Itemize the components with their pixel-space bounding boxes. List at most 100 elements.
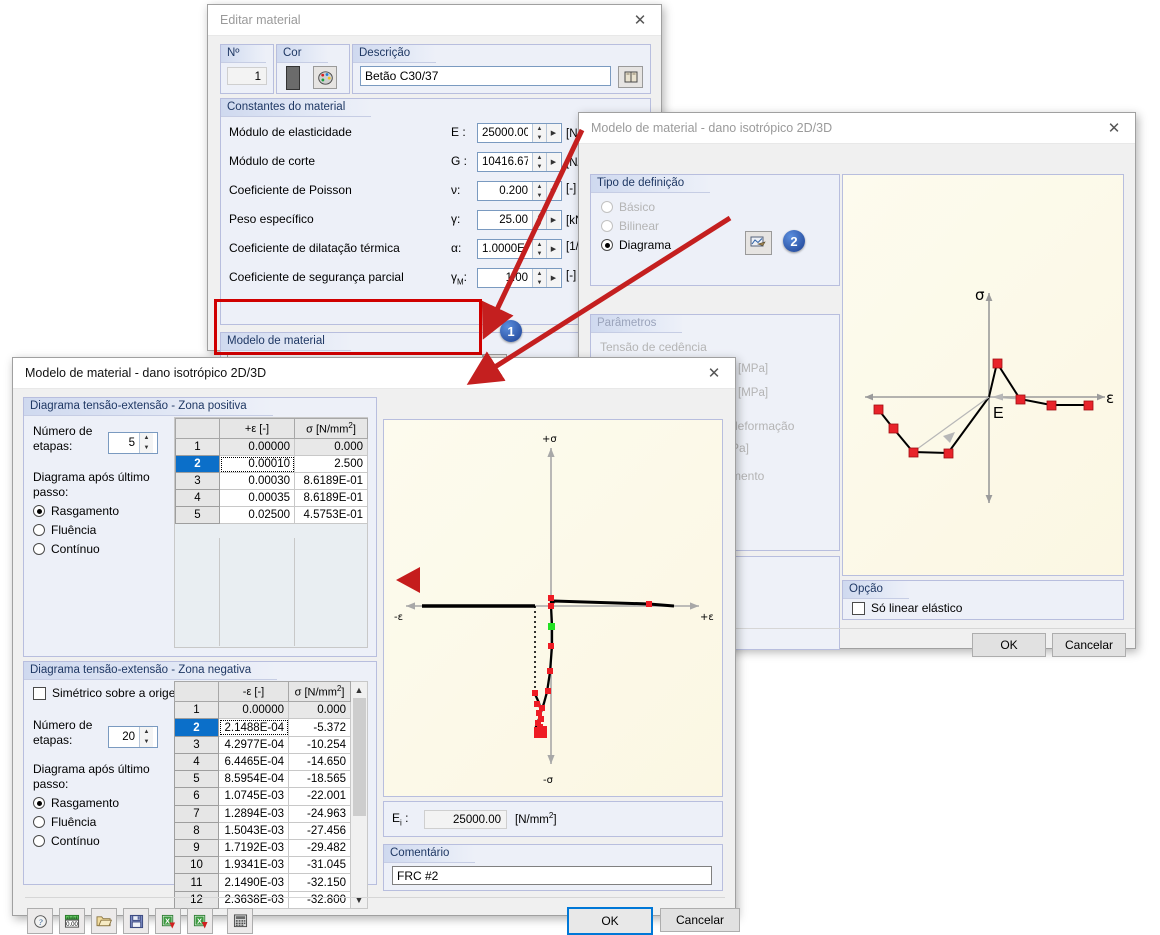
spinner-more[interactable]: ▶	[546, 211, 560, 229]
negative-table-wrap[interactable]: -ε [-] σ [N/mm2] 1 0.00000 0.000 2 2.148…	[174, 680, 368, 910]
table-row[interactable]: 9 1.7192E-03 -29.482	[174, 839, 351, 858]
table-row[interactable]: 1 0.00000 0.000	[175, 438, 368, 456]
cell-stress[interactable]: -24.963	[288, 804, 351, 823]
close-icon[interactable]: ✕	[701, 362, 727, 384]
editar-material-titlebar[interactable]: Editar material ✕	[208, 5, 661, 36]
radio-basico[interactable]: Básico	[601, 200, 671, 214]
save-icon[interactable]	[123, 908, 149, 934]
negative-table[interactable]: -ε [-] σ [N/mm2] 1 0.00000 0.000 2 2.148…	[174, 680, 351, 910]
cell-stress[interactable]: 4.5753E-01	[294, 506, 368, 524]
spinner-up-down[interactable]: ▲▼	[139, 727, 153, 747]
spinner-more[interactable]: ▶	[546, 240, 560, 258]
radio-icon[interactable]	[33, 797, 45, 809]
ok-button[interactable]: OK	[972, 633, 1046, 657]
table-row[interactable]: 2 2.1488E-04 -5.372	[174, 718, 351, 737]
negative-steps-field[interactable]: ▲▼	[108, 726, 158, 748]
cell-strain[interactable]: 8.5954E-04	[218, 770, 289, 789]
seguranca-parcial-field[interactable]: ▲▼ ▶	[477, 268, 562, 288]
modulo-corte-field[interactable]: ▲▼ ▶	[477, 152, 562, 172]
table-row[interactable]: 8 1.5043E-03 -27.456	[174, 821, 351, 841]
cell-strain[interactable]: 1.9341E-03	[218, 856, 289, 875]
seguranca-parcial-input[interactable]	[478, 269, 532, 287]
spinner-up-down[interactable]: ▲▼	[532, 124, 546, 142]
table-row[interactable]: 4 6.4465E-04 -14.650	[174, 752, 351, 772]
table-row[interactable]: 3 0.00030 8.6189E-01	[175, 472, 368, 490]
spinner-more[interactable]: ▶	[546, 182, 560, 200]
book-icon[interactable]	[618, 66, 643, 88]
poisson-input[interactable]	[478, 182, 532, 200]
cell-stress[interactable]: -27.456	[288, 821, 351, 841]
radio-icon[interactable]	[33, 835, 45, 847]
modelo-material-titlebar[interactable]: Modelo de material - dano isotrópico 2D/…	[579, 113, 1135, 144]
spinner-up-down[interactable]: ▲▼	[532, 153, 546, 171]
comentario-input[interactable]	[392, 866, 712, 885]
spinner-more[interactable]: ▶	[546, 269, 560, 287]
help-icon[interactable]: ?	[27, 908, 53, 934]
radio-icon[interactable]	[33, 816, 45, 828]
positive-steps-input[interactable]	[109, 433, 139, 453]
radio-bilinear[interactable]: Bilinear	[601, 219, 671, 233]
cell-stress[interactable]: -5.372	[288, 718, 351, 737]
modulo-elasticidade-input[interactable]	[478, 124, 532, 142]
units-icon[interactable]: 0.00	[59, 908, 85, 934]
checkbox-icon[interactable]	[33, 686, 46, 700]
close-icon[interactable]: ✕	[627, 9, 653, 31]
cancel-button[interactable]: Cancelar	[1052, 633, 1126, 657]
table-row[interactable]: 6 1.0745E-03 -22.001	[174, 787, 351, 806]
table-row[interactable]: 2 0.00010 2.500	[175, 455, 368, 473]
table-row[interactable]: 5 8.5954E-04 -18.565	[174, 770, 351, 789]
table-row[interactable]: 12 2.3638E-03 -32.800	[174, 890, 351, 910]
cancel-button[interactable]: Cancelar	[660, 908, 740, 932]
poisson-field[interactable]: ▲▼ ▶	[477, 181, 562, 201]
cell-strain[interactable]: 0.00030	[219, 472, 295, 490]
radio-icon[interactable]	[601, 239, 613, 251]
cell-stress[interactable]: 0.000	[294, 438, 368, 456]
cell-strain[interactable]: 0.00000	[219, 438, 295, 456]
table-row[interactable]: 11 2.1490E-03 -32.150	[174, 873, 351, 892]
cell-strain[interactable]: 0.00035	[219, 489, 295, 507]
radio-icon[interactable]	[601, 201, 613, 213]
table-row[interactable]: 5 0.02500 4.5753E-01	[175, 506, 368, 524]
negative-radio-fluencia[interactable]: Fluência	[33, 815, 119, 829]
positive-radio-continuo[interactable]: Contínuo	[33, 542, 119, 556]
positive-table-wrap[interactable]: +ε [-] σ [N/mm2] 1 0.00000 0.000 2 0.000…	[174, 417, 368, 648]
cell-strain[interactable]: 4.2977E-04	[218, 735, 289, 754]
scroll-down-icon[interactable]: ▼	[355, 892, 364, 908]
cell-strain[interactable]: 6.4465E-04	[218, 752, 289, 772]
cell-strain[interactable]: 0.00010	[219, 455, 295, 473]
checkbox-so-linear-elastico[interactable]: Só linear elástico	[852, 601, 962, 615]
radio-icon[interactable]	[601, 220, 613, 232]
spinner-up-down[interactable]: ▲▼	[532, 269, 546, 287]
cell-strain[interactable]: 2.3638E-03	[218, 890, 289, 910]
scrollbar-thumb[interactable]	[352, 698, 366, 816]
checkbox-simetrico[interactable]: Simétrico sobre a origem	[33, 686, 185, 700]
diagram-edit-icon[interactable]	[745, 231, 772, 255]
radio-icon[interactable]	[33, 505, 45, 517]
open-folder-icon[interactable]	[91, 908, 117, 934]
cell-strain[interactable]: 1.7192E-03	[218, 839, 289, 858]
table-row[interactable]: 3 4.2977E-04 -10.254	[174, 735, 351, 754]
spinner-up-down[interactable]: ▲▼	[532, 240, 546, 258]
cell-stress[interactable]: 8.6189E-01	[294, 472, 368, 490]
scroll-up-icon[interactable]: ▲	[355, 682, 364, 698]
positive-radio-fluencia[interactable]: Fluência	[33, 523, 119, 537]
negative-radio-continuo[interactable]: Contínuo	[33, 834, 119, 848]
excel-import-icon[interactable]: X	[155, 908, 181, 934]
radio-icon[interactable]	[33, 543, 45, 555]
cell-strain[interactable]: 1.0745E-03	[218, 787, 289, 806]
cell-stress[interactable]: -29.482	[288, 839, 351, 858]
palette-icon[interactable]	[313, 66, 337, 89]
spinner-up-down[interactable]: ▲▼	[532, 211, 546, 229]
cell-strain[interactable]: 0.02500	[219, 506, 295, 524]
diagram-dialog[interactable]: Modelo de material - dano isotrópico 2D/…	[12, 357, 740, 935]
checkbox-icon[interactable]	[852, 601, 865, 615]
cell-stress[interactable]: -18.565	[288, 770, 351, 789]
table-row[interactable]: 4 0.00035 8.6189E-01	[175, 489, 368, 507]
cell-strain[interactable]: 1.2894E-03	[218, 804, 289, 823]
numero-input[interactable]: 1	[227, 67, 267, 85]
cell-strain[interactable]: 0.00000	[218, 701, 289, 720]
radio-diagrama[interactable]: Diagrama	[601, 238, 671, 252]
cell-stress[interactable]: 8.6189E-01	[294, 489, 368, 507]
table-row[interactable]: 10 1.9341E-03 -31.045	[174, 856, 351, 875]
spinner-up-down[interactable]: ▲▼	[532, 182, 546, 200]
